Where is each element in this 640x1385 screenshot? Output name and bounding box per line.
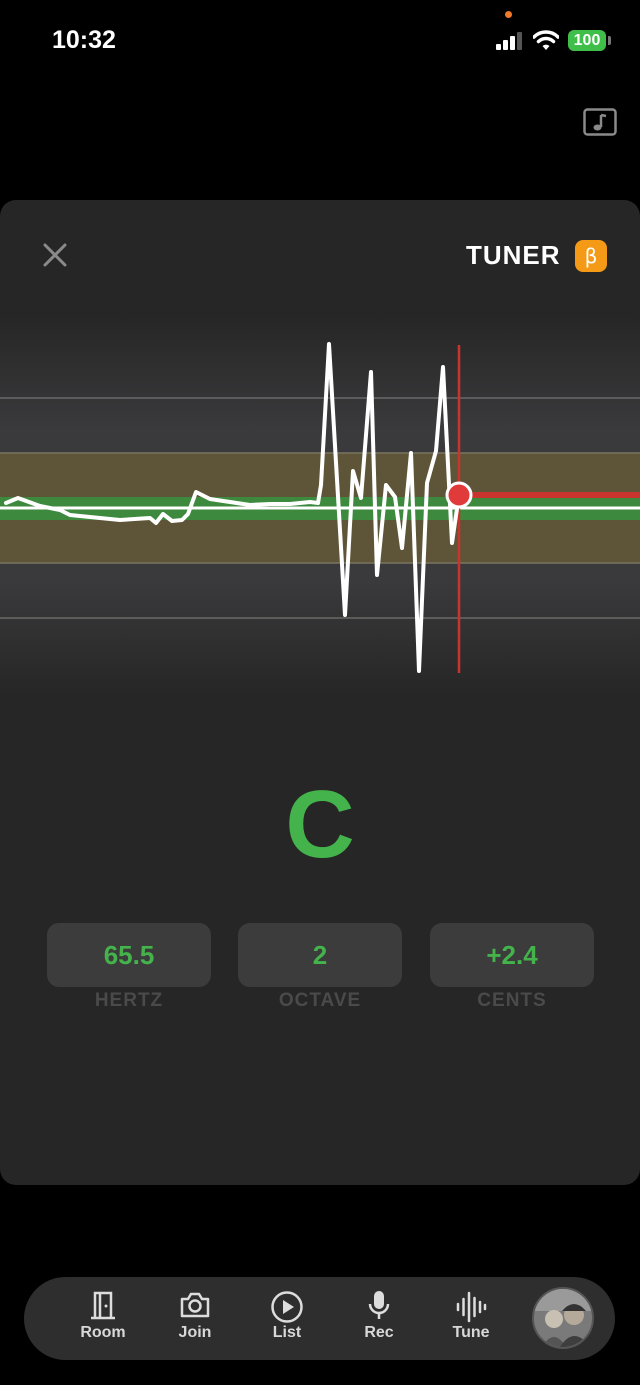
- play-circle-icon: [271, 1291, 303, 1323]
- cents-label: CENTS: [477, 990, 547, 1011]
- battery-indicator: 100: [568, 30, 606, 51]
- nav-list[interactable]: List: [251, 1290, 323, 1350]
- beta-badge: β: [575, 240, 607, 272]
- cents-value: +2.4: [430, 923, 594, 987]
- nav-list-label: List: [272, 1324, 302, 1341]
- nav-join[interactable]: Join: [159, 1290, 231, 1350]
- door-icon: [91, 1291, 115, 1320]
- current-pitch-marker: [445, 481, 473, 509]
- octave-label: OCTAVE: [278, 990, 362, 1011]
- nav-room-label: Room: [80, 1324, 126, 1341]
- detected-note: C: [285, 771, 355, 878]
- microphone-icon: [368, 1291, 390, 1319]
- status-bar: 10:32 100: [0, 0, 640, 80]
- close-icon[interactable]: [40, 240, 70, 270]
- avatar[interactable]: [532, 1287, 594, 1349]
- nav-rec-label: Rec: [364, 1324, 394, 1341]
- camera-icon: [180, 1292, 210, 1318]
- tuner-title: TUNER: [466, 240, 561, 270]
- nav-rec[interactable]: Rec: [343, 1290, 415, 1350]
- waveform-icon: [456, 1291, 487, 1323]
- avatar-photo: [534, 1289, 592, 1347]
- nav-tune[interactable]: Tune: [435, 1290, 507, 1350]
- battery-tip: [608, 36, 611, 45]
- nav-room[interactable]: Room: [67, 1290, 139, 1350]
- wifi-icon: [533, 30, 559, 50]
- hertz-label: HERTZ: [94, 990, 164, 1011]
- recording-indicator: [505, 11, 512, 18]
- music-note-icon[interactable]: [583, 108, 617, 136]
- cellular-signal-icon: [496, 32, 522, 50]
- nav-tune-label: Tune: [452, 1324, 490, 1341]
- status-time: 10:32: [52, 26, 116, 54]
- nav-join-label: Join: [178, 1324, 212, 1341]
- pitch-graph: [0, 315, 640, 695]
- hertz-value: 65.5: [47, 923, 211, 987]
- octave-value: 2: [238, 923, 402, 987]
